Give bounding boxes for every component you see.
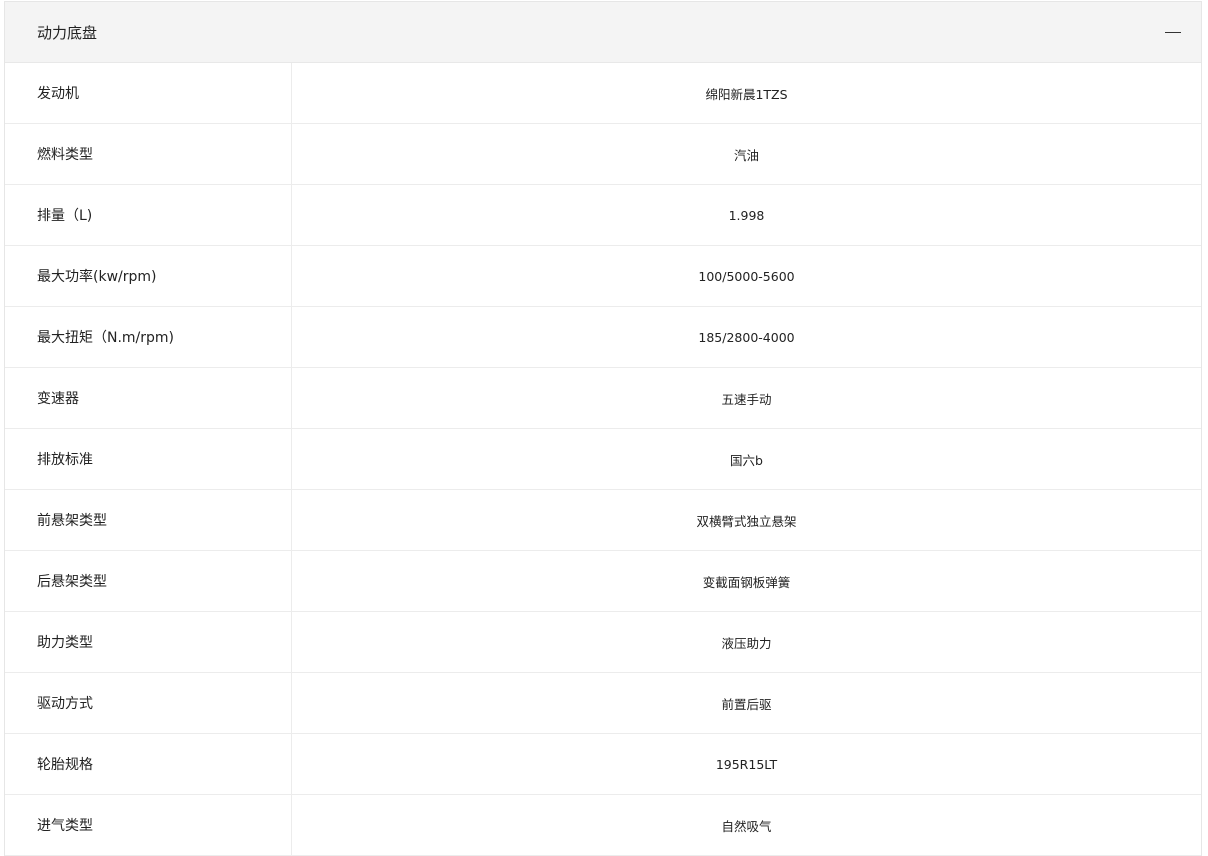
spec-row-intake-type: 进气类型 自然吸气 [5,795,1201,856]
spec-value: 1.998 [728,207,765,223]
spec-row-rear-suspension: 后悬架类型 变截面钢板弹簧 [5,551,1201,612]
spec-label: 助力类型 [5,612,292,672]
spec-row-transmission: 变速器 五速手动 [5,368,1201,429]
spec-row-engine: 发动机 绵阳新晨1TZS [5,63,1201,124]
spec-value: 自然吸气 [721,818,772,834]
spec-label: 燃料类型 [5,124,292,184]
spec-row-steering-assist: 助力类型 液压助力 [5,612,1201,673]
spec-label: 进气类型 [5,795,292,855]
spec-row-max-torque: 最大扭矩（N.m/rpm) 185/2800-4000 [5,307,1201,368]
spec-label: 排放标准 [5,429,292,489]
spec-value: 前置后驱 [721,696,772,712]
spec-label: 最大功率(kw/rpm) [5,246,292,306]
spec-value: 195R15LT [715,756,778,772]
spec-value: 双横臂式独立悬架 [696,513,797,529]
section-title: 动力底盘 [37,23,98,42]
spec-row-front-suspension: 前悬架类型 双横臂式独立悬架 [5,490,1201,551]
spec-label: 排量（L) [5,185,292,245]
spec-value: 液压助力 [721,635,772,651]
spec-value: 100/5000-5600 [698,268,795,284]
spec-value: 五速手动 [721,391,772,407]
spec-label: 变速器 [5,368,292,428]
spec-label: 驱动方式 [5,673,292,733]
section-header[interactable]: 动力底盘 [5,2,1201,63]
spec-panel: 动力底盘 发动机 绵阳新晨1TZS 燃料类型 汽油 排量（L) 1.998 最大… [4,1,1202,856]
spec-label: 轮胎规格 [5,734,292,794]
spec-label: 后悬架类型 [5,551,292,611]
spec-row-displacement: 排量（L) 1.998 [5,185,1201,246]
spec-label: 最大扭矩（N.m/rpm) [5,307,292,367]
spec-value: 185/2800-4000 [698,329,795,345]
spec-row-drive-type: 驱动方式 前置后驱 [5,673,1201,734]
spec-value: 绵阳新晨1TZS [705,86,788,102]
spec-label: 前悬架类型 [5,490,292,550]
spec-row-emission-standard: 排放标准 国六b [5,429,1201,490]
collapse-icon[interactable] [1165,24,1181,40]
spec-value: 变截面钢板弹簧 [702,574,791,590]
spec-row-fuel-type: 燃料类型 汽油 [5,124,1201,185]
spec-value: 国六b [730,452,763,468]
spec-row-tire-size: 轮胎规格 195R15LT [5,734,1201,795]
spec-row-max-power: 最大功率(kw/rpm) 100/5000-5600 [5,246,1201,307]
spec-value: 汽油 [733,147,759,163]
spec-label: 发动机 [5,63,292,123]
